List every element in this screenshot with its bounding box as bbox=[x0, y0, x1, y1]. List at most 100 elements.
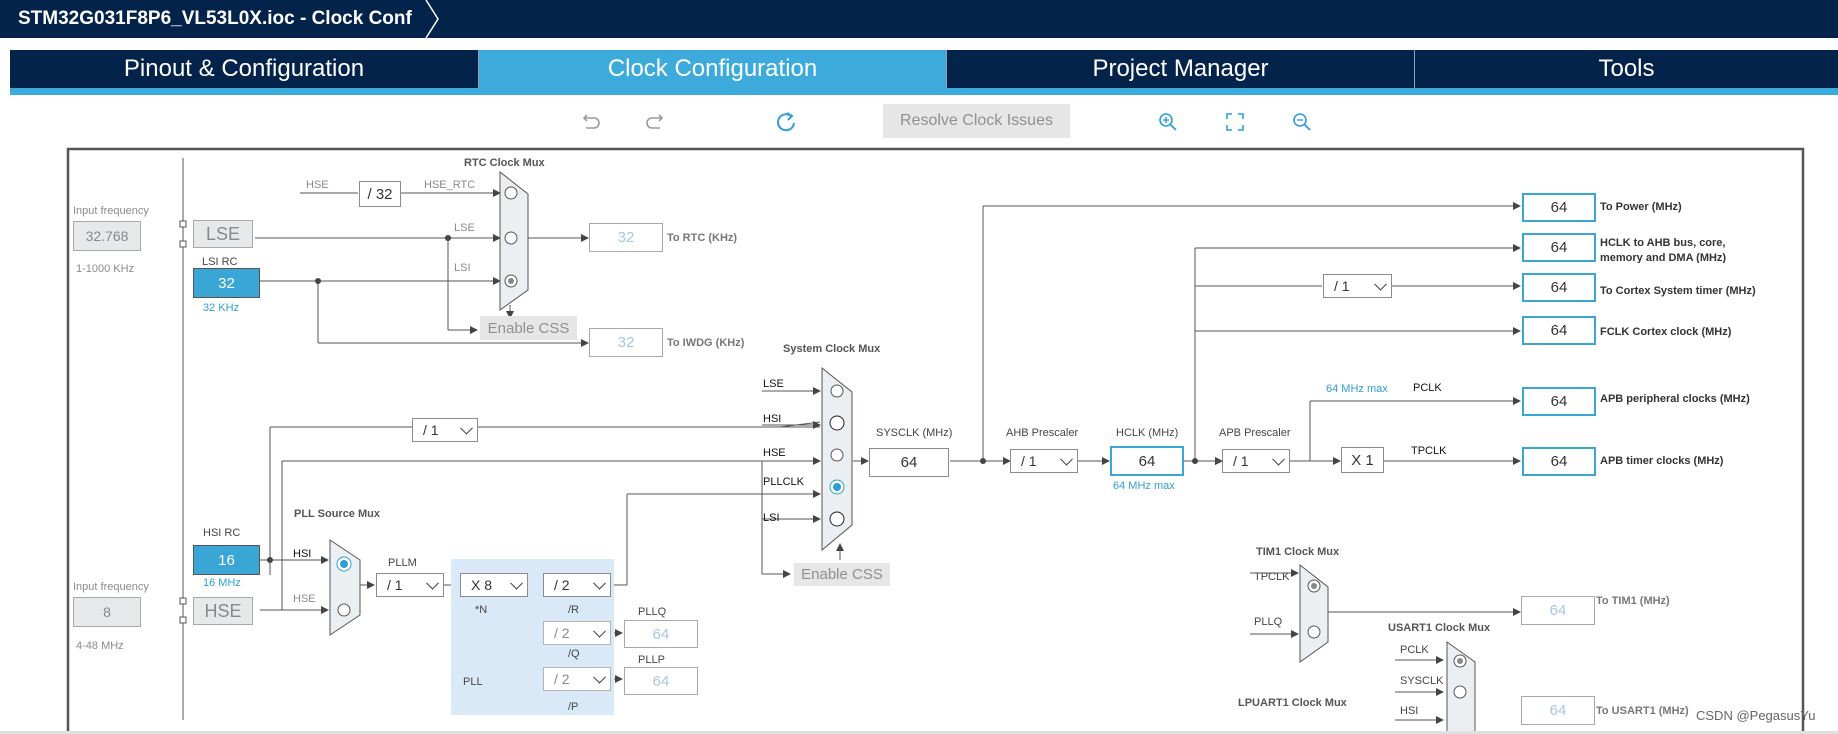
lsi-rc-value: 32 bbox=[193, 268, 260, 298]
lpuart1-mux-title: LPUART1 Clock Mux bbox=[1238, 697, 1347, 709]
pllp-select[interactable]: / 2 bbox=[543, 667, 611, 691]
rtc-lsi-label: LSI bbox=[454, 262, 471, 274]
usart1-mux-option-sysclk[interactable] bbox=[1453, 685, 1467, 699]
output-cortex-timer-value[interactable]: 64 bbox=[1522, 273, 1596, 302]
plln-select[interactable]: X 8 bbox=[460, 573, 528, 597]
pll-block-label: PLL bbox=[463, 676, 483, 688]
hse-range: 4-48 MHz bbox=[76, 640, 124, 652]
sysmux-title: System Clock Mux bbox=[783, 343, 881, 355]
watermark: CSDN @PegasusYu bbox=[1696, 708, 1816, 723]
usart1-input-pclk: PCLK bbox=[1400, 644, 1429, 656]
pll-source-option-hse[interactable] bbox=[337, 603, 351, 617]
pllq-value: 64 bbox=[624, 620, 698, 648]
tim1-output-label: To TIM1 (MHz) bbox=[1596, 595, 1670, 607]
usart1-output-value: 64 bbox=[1521, 696, 1595, 725]
hse-input-frequency-label: Input frequency bbox=[73, 581, 149, 593]
sysmux-option-lsi[interactable] bbox=[829, 511, 845, 527]
tpclk-label: TPCLK bbox=[1411, 445, 1447, 457]
rtc-output-label: To RTC (KHz) bbox=[667, 232, 738, 244]
iwdg-output-label: To IWDG (KHz) bbox=[667, 337, 745, 349]
tim1-mux-title: TIM1 Clock Mux bbox=[1256, 546, 1340, 558]
sysmux-option-hsi[interactable] bbox=[829, 415, 845, 431]
rtc-mux-title: RTC Clock Mux bbox=[464, 157, 545, 169]
hse-rtc-divider: / 32 bbox=[359, 181, 401, 207]
tim1-input-tpclk: TPCLK bbox=[1254, 571, 1290, 583]
pllp-div-label: /P bbox=[568, 701, 579, 713]
output-apb-timer-value[interactable]: 64 bbox=[1522, 447, 1596, 476]
rtc-hse-label: HSE bbox=[306, 179, 329, 191]
lse-input-frequency[interactable]: 32.768 bbox=[73, 221, 141, 251]
pllp-label: PLLP bbox=[638, 654, 665, 666]
pll-source-hsi-label: HSI bbox=[293, 548, 312, 560]
lse-oscillator: LSE bbox=[193, 220, 253, 248]
output-hclk-ahb-value[interactable]: 64 bbox=[1522, 233, 1596, 262]
hclk-max: 64 MHz max bbox=[1113, 480, 1175, 492]
sysmux-input-hsi: HSI bbox=[763, 413, 782, 425]
sysmux-input-lse: LSE bbox=[763, 378, 784, 390]
output-cortex-timer-label: To Cortex System timer (MHz) bbox=[1600, 285, 1756, 297]
lsi-rc-label: LSI RC bbox=[202, 256, 238, 268]
pll-source-mux-title: PLL Source Mux bbox=[294, 508, 380, 520]
pllp-value: 64 bbox=[624, 667, 698, 695]
output-fclk-label: FCLK Cortex clock (MHz) bbox=[1600, 326, 1732, 338]
sysmux-option-lse[interactable] bbox=[830, 384, 844, 398]
output-fclk-value[interactable]: 64 bbox=[1522, 316, 1596, 345]
hsi-rc-label: HSI RC bbox=[203, 527, 241, 539]
ahb-prescaler-label: AHB Prescaler bbox=[1006, 427, 1079, 439]
cortex-timer-divider-select[interactable]: / 1 bbox=[1323, 274, 1392, 298]
output-apb-peripheral-label: APB peripheral clocks (MHz) bbox=[1600, 393, 1750, 405]
output-hclk-ahb-label: HCLK to AHB bus, core, bbox=[1600, 237, 1726, 249]
pllm-label: PLLM bbox=[388, 557, 417, 569]
output-power-label: To Power (MHz) bbox=[1600, 201, 1682, 213]
usart1-mux-title: USART1 Clock Mux bbox=[1388, 622, 1491, 634]
sysmux-input-lsi: LSI bbox=[763, 512, 780, 524]
tim1-mux-option-pllq[interactable] bbox=[1307, 625, 1321, 639]
usart1-output-label: To USART1 (MHz) bbox=[1596, 705, 1689, 717]
apb-timer-multiplier: X 1 bbox=[1341, 447, 1384, 473]
pllq-label: PLLQ bbox=[638, 606, 667, 618]
sys-enable-css-button[interactable]: Enable CSS bbox=[794, 563, 890, 586]
pllr-label: /R bbox=[568, 604, 579, 616]
hse-oscillator: HSE bbox=[193, 597, 253, 625]
output-apb-timer-label: APB timer clocks (MHz) bbox=[1600, 455, 1724, 467]
tim1-input-pllq: PLLQ bbox=[1254, 616, 1283, 628]
sysmux-option-hse[interactable] bbox=[830, 448, 844, 462]
output-power-value[interactable]: 64 bbox=[1522, 193, 1596, 222]
plln-label: *N bbox=[475, 604, 488, 616]
pllq-div-label: /Q bbox=[568, 648, 580, 660]
hse-input-frequency[interactable]: 8 bbox=[73, 597, 141, 627]
rtc-enable-css-button[interactable]: Enable CSS bbox=[480, 316, 577, 340]
hse-rtc-label: HSE_RTC bbox=[424, 179, 476, 191]
lse-range: 1-1000 KHz bbox=[76, 263, 135, 275]
lsi-unit: 32 KHz bbox=[203, 302, 240, 314]
rtc-output-value: 32 bbox=[589, 223, 663, 252]
sysmux-input-hse: HSE bbox=[763, 447, 786, 459]
output-apb-peripheral-value[interactable]: 64 bbox=[1522, 387, 1596, 416]
hsi-sys-divider-select[interactable]: / 1 bbox=[412, 418, 478, 442]
sysmux-input-pllclk: PLLCLK bbox=[763, 476, 804, 488]
apb-prescaler-label: APB Prescaler bbox=[1219, 427, 1291, 439]
rtc-mux-option-lse[interactable] bbox=[504, 231, 518, 245]
hsi-rc-value: 16 bbox=[193, 545, 260, 575]
hclk-label: HCLK (MHz) bbox=[1116, 427, 1179, 439]
sysclk-value: 64 bbox=[869, 448, 949, 477]
hclk-value[interactable]: 64 bbox=[1110, 446, 1184, 476]
pclk-label: PCLK bbox=[1413, 382, 1442, 394]
rtc-mux-option-hse[interactable] bbox=[504, 186, 518, 200]
sysclk-label: SYSCLK (MHz) bbox=[876, 427, 953, 439]
output-hclk-ahb-label-line2: memory and DMA (MHz) bbox=[1600, 252, 1727, 263]
iwdg-output-value: 32 bbox=[589, 328, 663, 357]
tim1-output-value: 64 bbox=[1521, 596, 1595, 625]
pllm-select[interactable]: / 1 bbox=[376, 573, 444, 597]
usart1-input-sysclk: SYSCLK bbox=[1400, 675, 1444, 687]
usart1-input-hsi: HSI bbox=[1400, 705, 1419, 717]
ahb-prescaler-select[interactable]: / 1 bbox=[1010, 449, 1078, 473]
hsi-unit: 16 MHz bbox=[203, 577, 241, 589]
lse-input-frequency-label: Input frequency bbox=[73, 205, 149, 217]
pll-source-hse-label: HSE bbox=[293, 593, 316, 605]
rtc-lse-label: LSE bbox=[454, 222, 475, 234]
pllr-select[interactable]: / 2 bbox=[543, 573, 611, 597]
apb-prescaler-select[interactable]: / 1 bbox=[1222, 449, 1290, 473]
pllq-select[interactable]: / 2 bbox=[543, 621, 611, 645]
pclk-max: 64 MHz max bbox=[1326, 383, 1388, 395]
